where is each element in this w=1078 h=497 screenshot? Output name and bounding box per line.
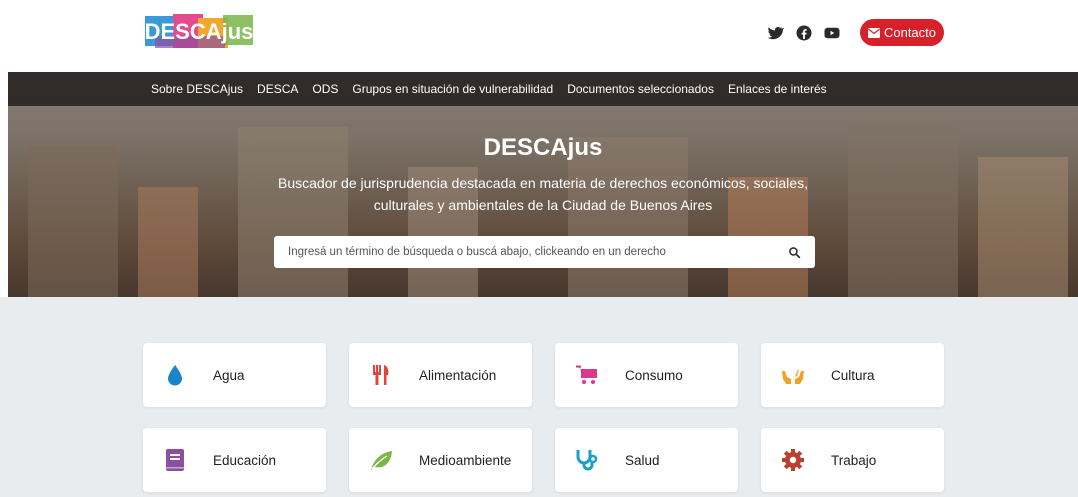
category-label: Agua [213, 367, 245, 383]
hero-banner: Sobre DESCAjus DESCA ODS Grupos en situa… [8, 72, 1078, 297]
contact-button[interactable]: Contacto [860, 19, 944, 46]
category-card-cultura[interactable]: Cultura [761, 343, 944, 407]
hero-subtitle: Buscador de jurisprudencia destacada en … [278, 175, 808, 213]
hero-background-building [138, 187, 198, 297]
category-card-alimentacion[interactable]: Alimentación [349, 343, 532, 407]
twitter-icon[interactable] [766, 24, 784, 42]
descajus-logo[interactable]: DESCAjus [143, 12, 255, 50]
category-card-medioambiente[interactable]: Medioambiente [349, 428, 532, 492]
category-card-agua[interactable]: Agua [143, 343, 326, 407]
category-card-educacion[interactable]: Educación [143, 428, 326, 492]
nav-item-ods[interactable]: ODS [312, 82, 338, 96]
category-label: Medioambiente [419, 452, 512, 468]
category-label: Cultura [831, 367, 875, 383]
category-label: Salud [625, 452, 660, 468]
hands-icon [782, 369, 804, 384]
cart-icon [576, 365, 597, 384]
stethoscope-icon [576, 450, 598, 471]
nav-item-sobre[interactable]: Sobre DESCAjus [151, 82, 243, 96]
nav-item-desca[interactable]: DESCA [257, 82, 298, 96]
nav-item-enlaces[interactable]: Enlaces de interés [728, 82, 827, 96]
category-card-consumo[interactable]: Consumo [555, 343, 738, 407]
hero-title: DESCAjus [483, 134, 603, 161]
main-navbar: Sobre DESCAjus DESCA ODS Grupos en situa… [8, 72, 1078, 106]
category-card-salud[interactable]: Salud [555, 428, 738, 492]
category-label: Consumo [625, 367, 683, 383]
book-icon [166, 449, 184, 471]
cutlery-icon [373, 365, 389, 385]
nav-item-documentos[interactable]: Documentos seleccionados [567, 82, 714, 96]
search-input[interactable] [288, 246, 788, 258]
gear-icon [782, 449, 804, 471]
category-label: Alimentación [419, 367, 497, 383]
category-label: Trabajo [831, 452, 877, 468]
hero-background-building [978, 157, 1068, 297]
envelope-icon [867, 27, 880, 38]
youtube-icon[interactable] [823, 24, 841, 42]
top-header: DESCAjus Contacto [0, 0, 1078, 72]
search-bar [274, 236, 815, 268]
search-icon[interactable] [788, 246, 801, 259]
nav-item-grupos[interactable]: Grupos en situación de vulnerabilidad [352, 82, 553, 96]
contact-label: Contacto [883, 25, 937, 40]
facebook-icon[interactable] [795, 24, 813, 42]
category-card-trabajo[interactable]: Trabajo [761, 428, 944, 492]
hero-background-building [28, 147, 118, 297]
rights-grid-section: Agua Alimentación Consumo Cultura Educac… [0, 297, 1078, 497]
leaf-icon [371, 451, 392, 470]
category-label: Educación [213, 452, 277, 468]
svg-text:DESCAjus: DESCAjus [145, 19, 254, 44]
water-drop-icon [168, 365, 182, 386]
